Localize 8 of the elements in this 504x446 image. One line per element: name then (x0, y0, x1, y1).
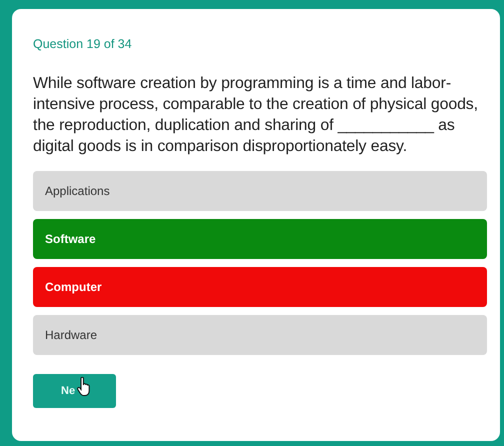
answer-option[interactable]: Computer (33, 267, 487, 307)
answer-option[interactable]: Hardware (33, 315, 487, 355)
question-text: While software creation by programming is a time and labor-intensive process, comparable to the creation of physical goods, the reproduction, duplication and sharing of ___________ as digital goods is in comparison disproportionately easy. (33, 74, 479, 157)
next-button[interactable]: Ne (33, 374, 116, 408)
hand-cursor-icon (77, 377, 91, 397)
question-counter: Question 19 of 34 (33, 37, 133, 51)
answer-option[interactable]: Software (33, 219, 487, 259)
answer-option[interactable]: Applications (33, 171, 487, 211)
